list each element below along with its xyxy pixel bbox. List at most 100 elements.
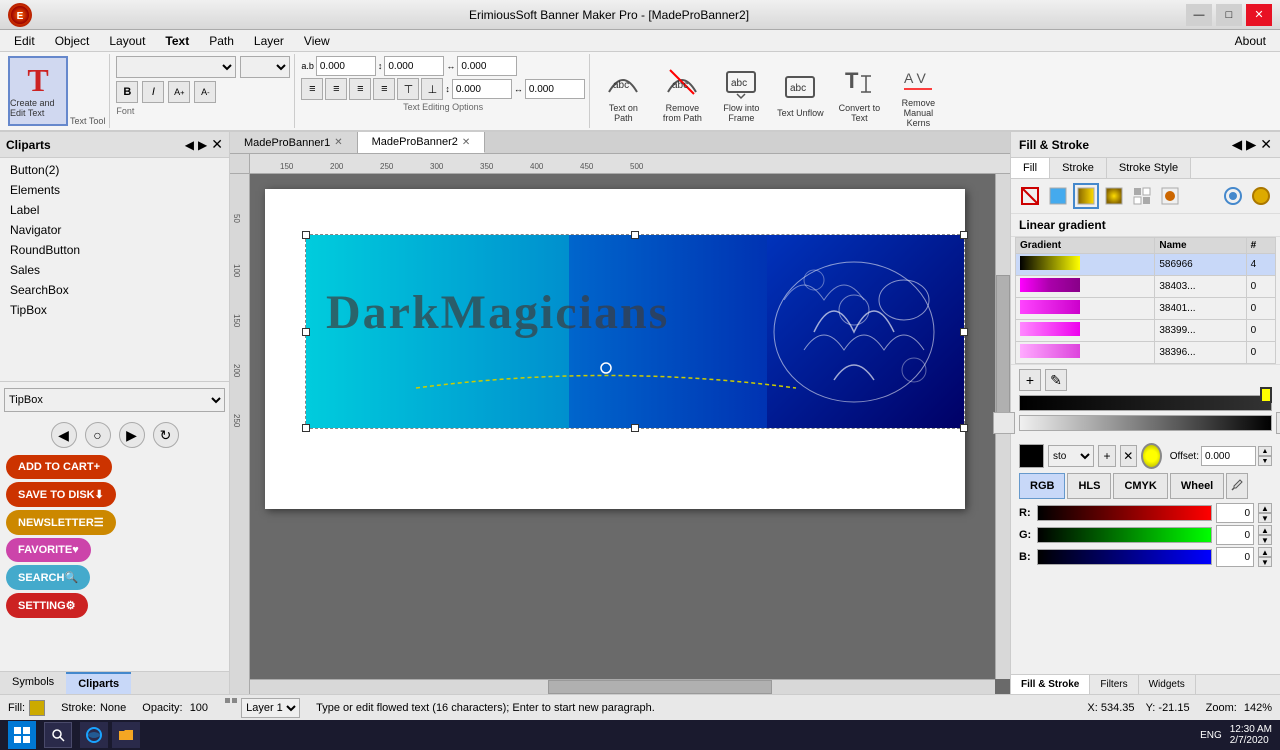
color-mode-select[interactable]: sto [1048,445,1094,467]
text-unflow-button[interactable]: abc Text Unflow [773,64,828,124]
nav-spin-button[interactable]: ↻ [153,422,179,448]
r-down-btn[interactable]: ▼ [1258,513,1272,523]
add-stop-button[interactable]: + [1019,369,1041,391]
color-add-btn[interactable]: + [1098,445,1115,467]
align-center-button[interactable]: ≡ [325,78,347,100]
taskbar-ie[interactable] [80,722,108,748]
cliparts-tab[interactable]: Cliparts [66,672,131,694]
fill-pattern-icon[interactable] [1129,183,1155,209]
align-top-button[interactable]: ⊤ [397,78,419,100]
newsletter-button[interactable]: NEWSLETTER ☰ [6,510,116,535]
taskbar-search[interactable] [44,722,72,748]
cmyk-mode-btn[interactable]: CMYK [1113,473,1167,499]
tab-close-1[interactable]: ✕ [334,137,342,148]
clipart-item-tipbox[interactable]: TipBox [2,300,227,320]
menu-object[interactable]: Object [45,32,100,50]
favorite-button[interactable]: FAVORITE ♥ [6,538,91,562]
tab-close-2[interactable]: ✕ [462,137,470,148]
menu-text[interactable]: Text [155,32,199,50]
start-button[interactable] [8,721,36,749]
font-family-select[interactable] [116,56,236,78]
b-up-btn[interactable]: ▲ [1258,547,1272,557]
menu-edit[interactable]: Edit [4,32,45,50]
gradient-alpha-left-btn[interactable] [993,412,1015,434]
menu-view[interactable]: View [294,32,340,50]
offset-up-btn[interactable]: ▲ [1258,446,1272,456]
tab-madeprobanner1[interactable]: MadeProBanner1 ✕ [230,132,358,153]
layer-select[interactable]: Layer 1 [241,698,300,718]
setting-button[interactable]: SETTING ⚙ [6,593,88,618]
nav-prev-button[interactable]: ◀ [51,422,77,448]
edit-gradient-button[interactable]: ✎ [1045,369,1067,391]
remove-manual-kerns-button[interactable]: A V Remove Manual Kerns [891,56,946,131]
subscript-button[interactable]: A- [194,81,216,103]
flow-into-frame-button[interactable]: abc Flow into Frame [714,61,769,126]
fill-stroke-bottom-tab[interactable]: Fill & Stroke [1011,675,1090,694]
fill-linear-gradient-icon[interactable] [1073,183,1099,209]
stroke-tab[interactable]: Stroke [1050,158,1107,178]
g-down-btn[interactable]: ▼ [1258,535,1272,545]
panel-close[interactable]: ✕ [211,136,223,153]
stroke-style-tab[interactable]: Stroke Style [1107,158,1191,178]
menu-path[interactable]: Path [199,32,244,50]
fill-tab[interactable]: Fill [1011,158,1050,178]
gradient-alpha-right-btn[interactable] [1276,412,1280,434]
g-slider[interactable] [1037,527,1212,543]
color-edit-btn[interactable]: ✕ [1120,445,1137,467]
b-value-input[interactable] [1216,547,1254,567]
panel-arrow-left[interactable]: ◀ [185,136,194,153]
rgb-mode-btn[interactable]: RGB [1019,473,1065,499]
align-right-button[interactable]: ≡ [349,78,371,100]
clipart-item-label[interactable]: Label [2,200,227,220]
fill-marker-end-icon[interactable] [1248,183,1274,209]
clipart-item-button2[interactable]: Button(2) [2,160,227,180]
fs-arrow-left[interactable]: ◀ [1232,136,1242,153]
menu-about[interactable]: About [1225,32,1276,50]
nav-next-button[interactable]: ▶ [119,422,145,448]
color-eyedropper-btn[interactable] [1226,473,1248,499]
line-height-input[interactable] [457,56,517,76]
r-value-input[interactable] [1216,503,1254,523]
minimize-button[interactable]: — [1186,4,1212,26]
menu-layer[interactable]: Layer [244,32,294,50]
gradient-row[interactable]: 38401... 0 [1016,298,1276,320]
convert-to-text-button[interactable]: T Convert to Text [832,61,887,126]
align-bottom-button[interactable]: ⊥ [421,78,443,100]
align-left-button[interactable]: ≡ [301,78,323,100]
hls-mode-btn[interactable]: HLS [1067,473,1111,499]
offset-input[interactable] [1201,446,1256,466]
fill-radial-gradient-icon[interactable] [1101,183,1127,209]
nav-circle-button[interactable]: ○ [85,422,111,448]
bold-button[interactable]: B [116,81,138,103]
canvas-content[interactable]: DarkMagicians [250,174,1010,694]
superscript-button[interactable]: A+ [168,81,190,103]
close-button[interactable]: ✕ [1246,4,1272,26]
r-slider[interactable] [1037,505,1212,521]
b-slider[interactable] [1037,549,1212,565]
italic-button[interactable]: I [142,81,164,103]
gradient-row[interactable]: 38396... 0 [1016,342,1276,364]
gradient-row[interactable]: 38403... 0 [1016,276,1276,298]
add-to-cart-button[interactable]: ADD TO CART + [6,455,112,479]
maximize-button[interactable]: □ [1216,4,1242,26]
filters-bottom-tab[interactable]: Filters [1090,675,1138,694]
r-up-btn[interactable]: ▲ [1258,503,1272,513]
fill-swatch-icon[interactable] [1157,183,1183,209]
gradient-stop-handle[interactable] [1260,387,1272,403]
text-on-path-button[interactable]: abc Text on Path [596,61,651,126]
create-edit-text-button[interactable]: T Create and Edit Text [8,56,68,126]
font-size-select[interactable] [240,56,290,78]
tab-madeprobanner2[interactable]: MadeProBanner2 ✕ [358,132,486,153]
gradient-row[interactable]: 586966 4 [1016,254,1276,276]
clipart-item-navigator[interactable]: Navigator [2,220,227,240]
save-to-disk-button[interactable]: SAVE TO DISK ⬇ [6,482,116,507]
h-scrollbar-thumb[interactable] [548,680,772,694]
symbols-tab[interactable]: Symbols [0,672,66,694]
wheel-mode-btn[interactable]: Wheel [1170,473,1224,499]
g-value-input[interactable] [1216,525,1254,545]
horizontal-offset-input[interactable] [525,79,585,99]
align-justify-button[interactable]: ≡ [373,78,395,100]
fs-arrow-right[interactable]: ▶ [1246,136,1256,153]
offset-down-btn[interactable]: ▼ [1258,456,1272,466]
b-down-btn[interactable]: ▼ [1258,557,1272,567]
